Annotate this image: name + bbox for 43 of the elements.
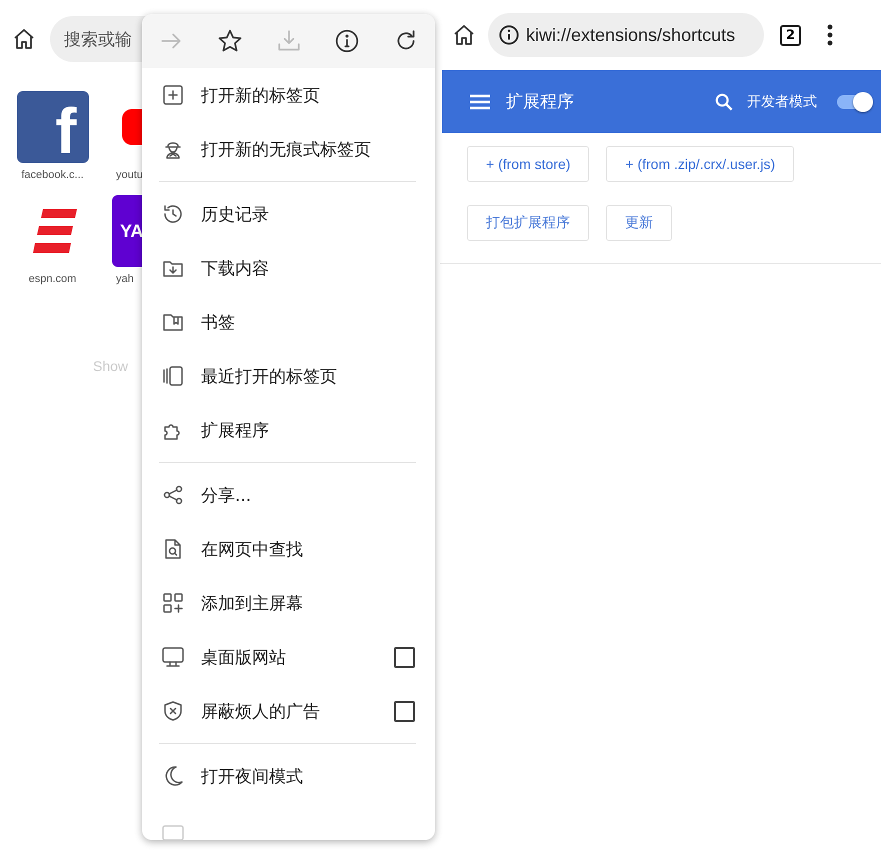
developer-mode-label: 开发者模式 xyxy=(747,92,817,110)
tile-label: youtu xyxy=(115,169,143,181)
developer-mode-toggle[interactable] xyxy=(837,94,871,108)
monitor-icon xyxy=(161,823,185,840)
menu-item[interactable]: 添加到主屏幕 xyxy=(142,576,435,630)
share-icon xyxy=(161,483,185,507)
info-button[interactable] xyxy=(334,28,360,54)
menu-item[interactable]: 历史记录 xyxy=(142,187,435,241)
page-title: 扩展程序 xyxy=(506,91,574,113)
checkbox[interactable] xyxy=(394,700,415,722)
menu-item[interactable]: 最近打开的标签页 xyxy=(142,349,435,403)
tile-label: espn.com xyxy=(28,273,76,285)
menu-item[interactable]: 屏蔽烦人的广告 xyxy=(142,684,435,738)
action-button[interactable]: 更新 xyxy=(606,205,672,241)
info-icon[interactable] xyxy=(498,24,520,46)
home-icon[interactable] xyxy=(12,27,36,51)
menu-item[interactable]: 桌面版网站 xyxy=(142,630,435,684)
add-grid-icon xyxy=(161,591,185,615)
tile-label: facebook.c... xyxy=(21,169,84,181)
facebook-logo[interactable]: f xyxy=(16,91,88,163)
menu-icon[interactable] xyxy=(470,94,490,110)
search-icon[interactable] xyxy=(715,92,733,110)
menu-item[interactable]: 分享... xyxy=(142,468,435,522)
monitor-icon xyxy=(161,645,185,669)
menu-item[interactable]: 打开新的无痕式标签页 xyxy=(142,122,435,176)
menu-item[interactable]: 书签 xyxy=(142,295,435,349)
checkbox[interactable] xyxy=(394,646,415,668)
home-icon[interactable] xyxy=(452,23,476,47)
more-menu-icon[interactable] xyxy=(827,24,834,46)
action-button[interactable]: 打包扩展程序 xyxy=(467,205,589,241)
menu-item[interactable]: 扩展程序 xyxy=(142,403,435,457)
tab-count-button[interactable]: 2 xyxy=(780,24,802,46)
address-bar[interactable]: kiwi://extensions/shortcuts xyxy=(488,13,764,57)
action-button[interactable]: + (from .zip/.crx/.user.js) xyxy=(606,146,794,182)
menu-item[interactable]: 下载内容 xyxy=(142,241,435,295)
bookmark-star-button[interactable] xyxy=(216,28,243,54)
menu-item[interactable]: 在网页中查找 xyxy=(142,522,435,576)
plus-square-icon xyxy=(161,83,185,107)
menu-item[interactable]: 打开新的标签页 xyxy=(142,68,435,122)
tabs-icon xyxy=(161,364,185,388)
action-button[interactable]: + (from store) xyxy=(467,146,590,182)
tile-label: yah xyxy=(115,273,134,285)
menu-item[interactable]: 打开夜间模式 xyxy=(142,749,435,803)
